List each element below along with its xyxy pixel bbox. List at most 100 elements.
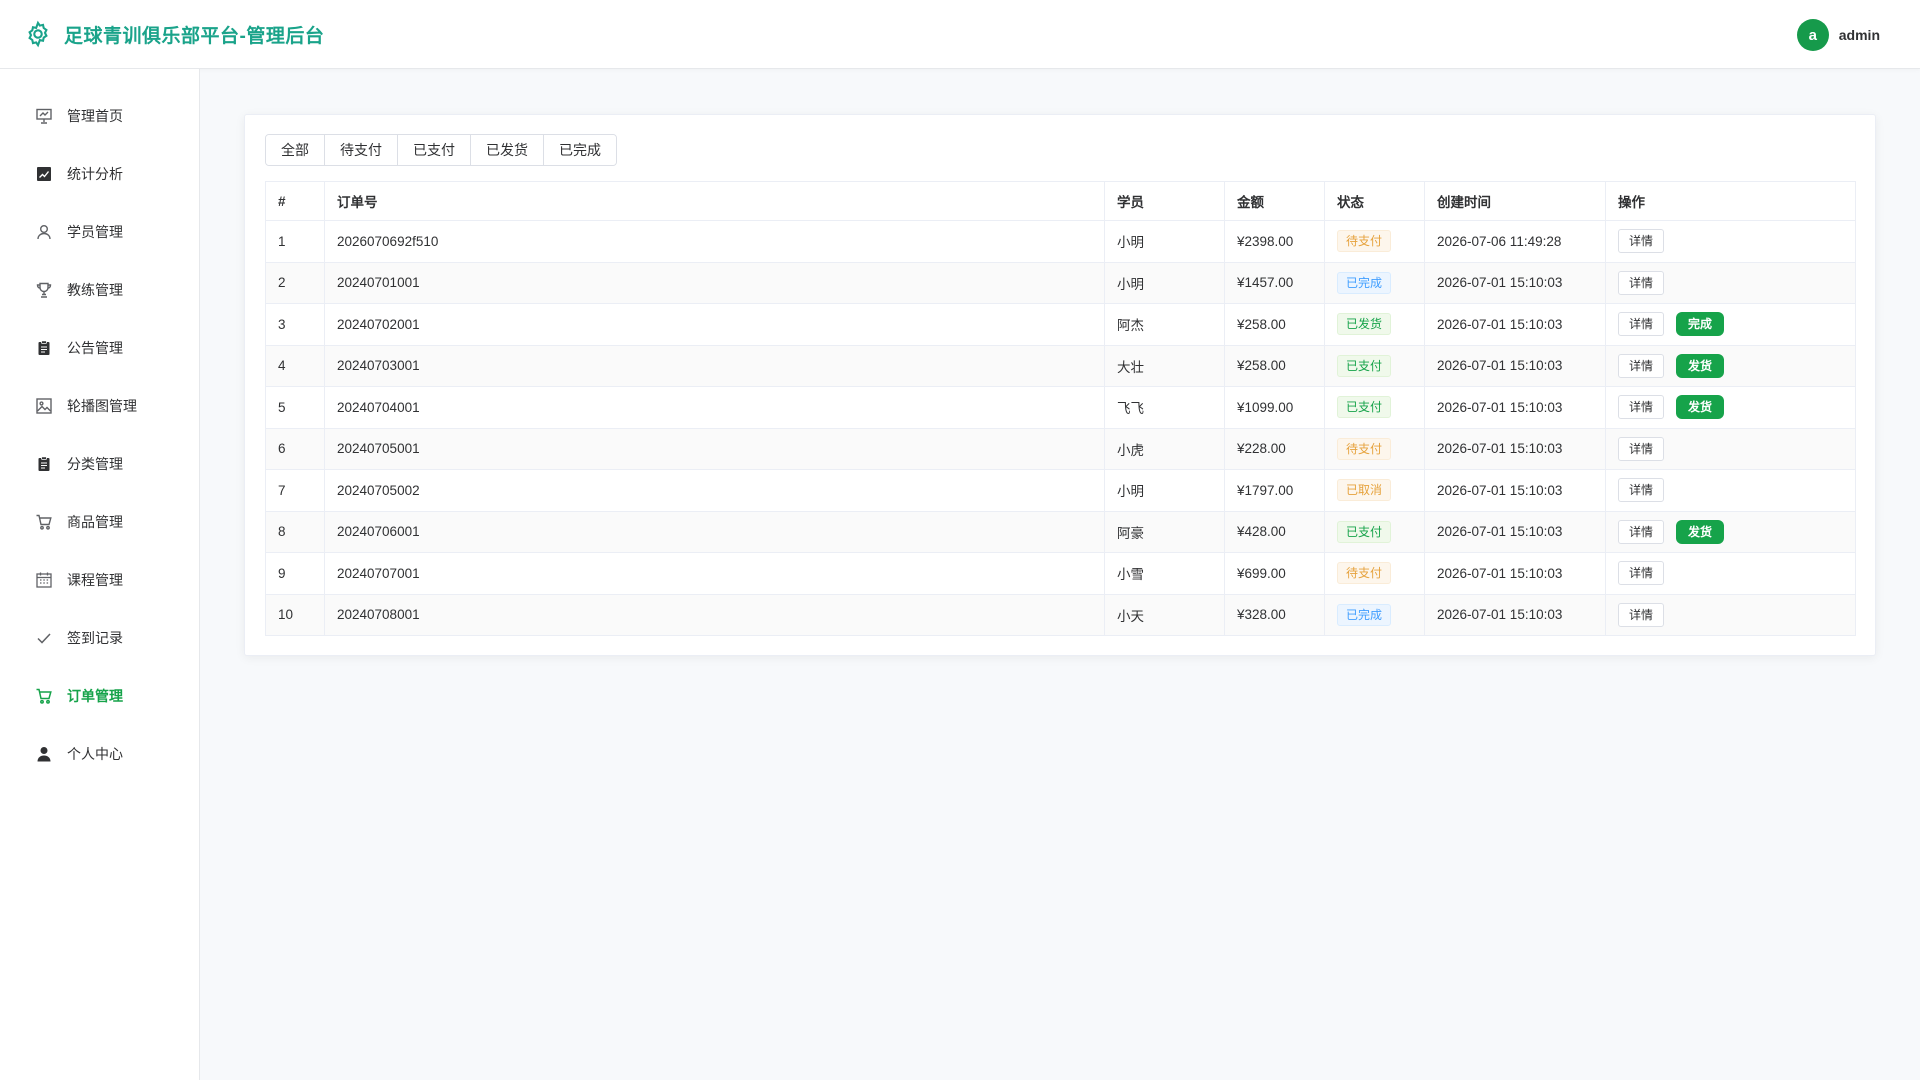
- tab-all[interactable]: 全部: [266, 135, 325, 165]
- detail-button[interactable]: 详情: [1618, 395, 1665, 420]
- sidebar-item-label: 课程管理: [67, 572, 123, 588]
- table-row: 1 2026070692f510 小明 ¥2398.00 待支付 2026-07-06 1…: [265, 220, 1856, 263]
- cell-actions: 详情: [1605, 261, 1856, 304]
- cell-actions: 详情 发货: [1605, 386, 1856, 429]
- cell-created: 2026-07-01 15:10:03: [1424, 427, 1606, 470]
- cell-student: 小虎: [1104, 427, 1225, 470]
- status-badge: 已完成: [1337, 271, 1392, 294]
- orders-table: # 订单号 学员 金额 状态 创建时间 操作 1 2026070692f510 小明…: [265, 181, 1856, 636]
- cell-created: 2026-07-06 11:49:28: [1424, 220, 1606, 263]
- table-row: 7 20240705002 小明 ¥1797.00 已取消 2026-07-01 15:1…: [265, 469, 1856, 512]
- cell-order-no: 20240701001: [324, 261, 1105, 304]
- cell-created: 2026-07-01 15:10:03: [1424, 386, 1606, 429]
- column-header-actions: 操作: [1605, 181, 1856, 221]
- detail-button[interactable]: 详情: [1618, 312, 1665, 337]
- cell-status: 已完成: [1324, 593, 1425, 636]
- table-row: 2 20240701001 小明 ¥1457.00 已完成 2026-07-01 15:1…: [265, 261, 1856, 304]
- cell-amount: ¥228.00: [1224, 427, 1325, 470]
- tab-shipped[interactable]: 已发货: [471, 135, 544, 165]
- cell-amount: ¥1457.00: [1224, 261, 1325, 304]
- sidebar-item-profile[interactable]: 个人中心: [0, 725, 199, 783]
- detail-button[interactable]: 详情: [1618, 436, 1665, 461]
- sidebar-item-label: 订单管理: [67, 688, 123, 704]
- detail-button[interactable]: 详情: [1618, 270, 1665, 295]
- top-header: 足球青训俱乐部平台-管理后台 a admin: [0, 0, 1920, 69]
- ship-button[interactable]: 发货: [1676, 519, 1725, 544]
- detail-button[interactable]: 详情: [1618, 478, 1665, 503]
- tab-completed[interactable]: 已完成: [544, 135, 616, 165]
- detail-button[interactable]: 详情: [1618, 229, 1665, 254]
- table-row: 6 20240705001 小虎 ¥228.00 待支付 2026-07-01 15:10…: [265, 427, 1856, 470]
- column-header-index: #: [265, 181, 325, 221]
- avatar[interactable]: a: [1796, 19, 1829, 51]
- cell-order-no: 20240703001: [324, 344, 1105, 387]
- sidebar-item-categories[interactable]: 分类管理: [0, 435, 199, 493]
- table-row: 5 20240704001 飞飞 ¥1099.00 已支付 2026-07-01 15:1…: [265, 386, 1856, 429]
- sidebar-item-carousel[interactable]: 轮播图管理: [0, 377, 199, 435]
- cell-status: 已取消: [1324, 469, 1425, 512]
- sidebar-item-label: 统计分析: [67, 166, 123, 182]
- cell-status: 已发货: [1324, 303, 1425, 346]
- cell-amount: ¥1797.00: [1224, 469, 1325, 512]
- column-header-amount: 金额: [1224, 181, 1325, 221]
- cell-index: 6: [265, 427, 325, 470]
- column-header-created: 创建时间: [1424, 181, 1606, 221]
- sidebar-item-label: 商品管理: [67, 514, 123, 530]
- cell-order-no: 20240707001: [324, 552, 1105, 595]
- detail-button[interactable]: 详情: [1618, 602, 1665, 627]
- cell-order-no: 20240706001: [324, 510, 1105, 553]
- status-badge: 已取消: [1337, 479, 1392, 502]
- table-row: 4 20240703001 大壮 ¥258.00 已支付 2026-07-01 15:10…: [265, 344, 1856, 387]
- cell-actions: 详情: [1605, 593, 1856, 636]
- complete-button[interactable]: 完成: [1676, 312, 1725, 337]
- detail-button[interactable]: 详情: [1618, 353, 1665, 378]
- sidebar: 管理首页 统计分析 学员管理 教练管理 公告管理 轮播图管理 分类管理 商品管理…: [0, 69, 200, 1080]
- detail-button[interactable]: 详情: [1618, 519, 1665, 544]
- ship-button[interactable]: 发货: [1676, 353, 1725, 378]
- cell-amount: ¥699.00: [1224, 552, 1325, 595]
- sidebar-item-statistics[interactable]: 统计分析: [0, 145, 199, 203]
- sidebar-item-coaches[interactable]: 教练管理: [0, 261, 199, 319]
- brand[interactable]: 足球青训俱乐部平台-管理后台: [24, 20, 324, 48]
- ship-button[interactable]: 发货: [1676, 395, 1725, 420]
- cell-amount: ¥1099.00: [1224, 386, 1325, 429]
- sidebar-item-announcements[interactable]: 公告管理: [0, 319, 199, 377]
- sidebar-item-checkin[interactable]: 签到记录: [0, 609, 199, 667]
- user-icon: [35, 223, 53, 241]
- sidebar-item-label: 教练管理: [67, 282, 123, 298]
- sidebar-item-orders[interactable]: 订单管理: [0, 667, 199, 725]
- cell-created: 2026-07-01 15:10:03: [1424, 303, 1606, 346]
- sidebar-item-label: 个人中心: [67, 746, 123, 762]
- cell-status: 已支付: [1324, 510, 1425, 553]
- cell-order-no: 20240702001: [324, 303, 1105, 346]
- cell-actions: 详情: [1605, 220, 1856, 263]
- trophy-icon: [35, 281, 53, 299]
- tab-pending-payment[interactable]: 待支付: [325, 135, 398, 165]
- cell-created: 2026-07-01 15:10:03: [1424, 261, 1606, 304]
- username[interactable]: admin: [1839, 27, 1880, 43]
- detail-button[interactable]: 详情: [1618, 561, 1665, 586]
- status-badge: 待支付: [1337, 437, 1392, 460]
- sidebar-item-students[interactable]: 学员管理: [0, 203, 199, 261]
- cart-icon: [35, 687, 53, 705]
- cell-amount: ¥2398.00: [1224, 220, 1325, 263]
- cell-index: 7: [265, 469, 325, 512]
- clipboard-icon: [35, 455, 53, 473]
- cell-actions: 详情 发货: [1605, 510, 1856, 553]
- cell-created: 2026-07-01 15:10:03: [1424, 593, 1606, 636]
- sidebar-item-courses[interactable]: 课程管理: [0, 551, 199, 609]
- sidebar-item-label: 公告管理: [67, 340, 123, 356]
- app-title: 足球青训俱乐部平台-管理后台: [64, 25, 325, 47]
- sidebar-item-products[interactable]: 商品管理: [0, 493, 199, 551]
- cell-amount: ¥328.00: [1224, 593, 1325, 636]
- sidebar-item-label: 管理首页: [67, 108, 123, 124]
- tab-paid[interactable]: 已支付: [398, 135, 471, 165]
- sidebar-item-dashboard[interactable]: 管理首页: [0, 87, 199, 145]
- table-row: 8 20240706001 阿豪 ¥428.00 已支付 2026-07-01 15:10…: [265, 510, 1856, 553]
- cell-created: 2026-07-01 15:10:03: [1424, 469, 1606, 512]
- user-menu[interactable]: a admin: [1796, 19, 1880, 51]
- gear-icon: [24, 20, 52, 48]
- cell-order-no: 20240704001: [324, 386, 1105, 429]
- sidebar-item-label: 轮播图管理: [67, 398, 137, 414]
- status-badge: 已发货: [1337, 313, 1392, 336]
